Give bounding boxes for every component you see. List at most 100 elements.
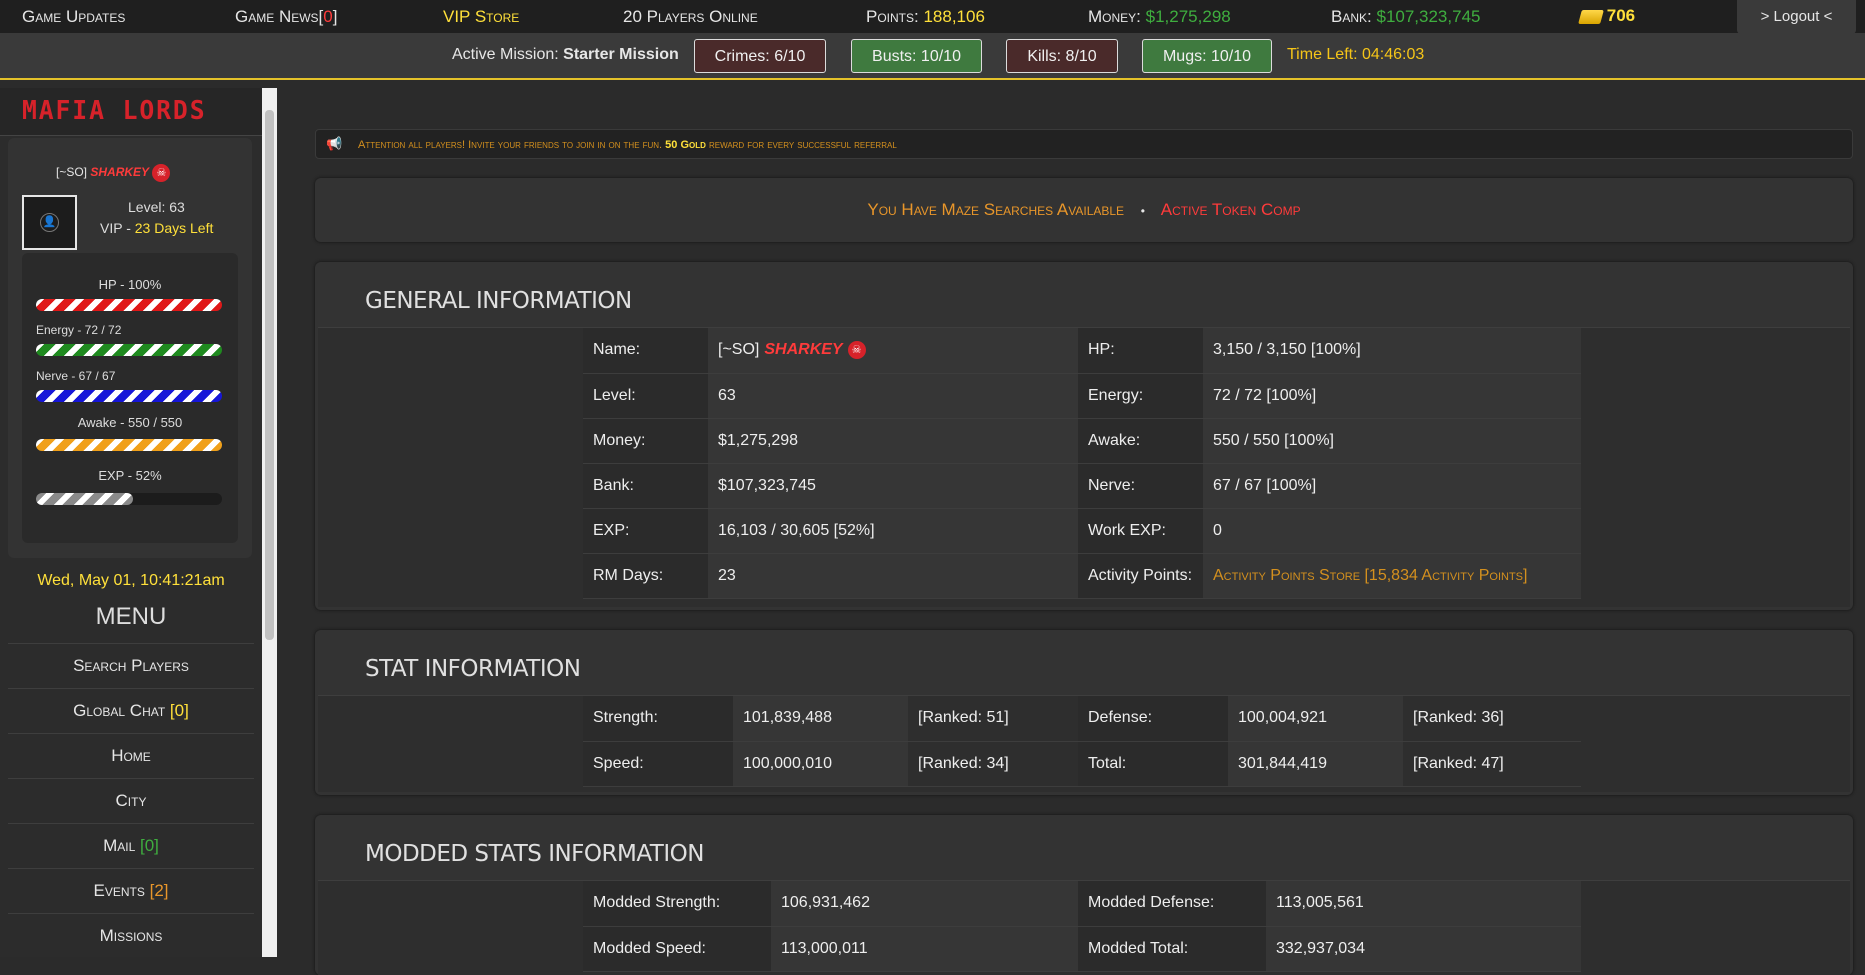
- menu-item-mail[interactable]: Mail [0]: [8, 823, 254, 868]
- avatar[interactable]: 👤: [22, 195, 77, 250]
- sidebar: MAFIA LORDS [~SO] SHARKEY ☠ 👤 Level: 63 …: [0, 88, 262, 957]
- vip-value: 23 Days Left: [134, 220, 214, 236]
- announcement-text: Attention all players! Invite your frien…: [358, 139, 897, 151]
- logo-area: MAFIA LORDS: [0, 88, 262, 136]
- logout-button[interactable]: > Logout <: [1737, 0, 1856, 34]
- table-row: Level: 63 Energy: 72 / 72 [100%]: [583, 373, 1581, 419]
- bank-value: $107,323,745: [1376, 7, 1481, 26]
- stat-information-title: STAT INFORMATION: [365, 656, 581, 682]
- menu-item-events[interactable]: Events [2]: [8, 868, 254, 913]
- announcement-text-before: Attention all players! Invite your frien…: [358, 139, 663, 151]
- skull-icon: ☠: [847, 341, 866, 360]
- announcement-text-after: reward for every successful referral: [708, 139, 897, 151]
- general-information-body: Name: [~SO] SHARKEY ☠ HP: 3,150 / 3,150 [100%…: [318, 327, 1850, 607]
- exp-bar-fill: [36, 493, 133, 505]
- general-key: HP:: [1078, 328, 1203, 374]
- megaphone-icon: 📢: [326, 136, 343, 151]
- bank-display[interactable]: Bank: $107,323,745: [1331, 7, 1480, 27]
- menu-item-missions[interactable]: Missions: [8, 913, 254, 958]
- general-key: Energy:: [1078, 373, 1203, 419]
- modded-key: Modded Defense:: [1078, 881, 1266, 927]
- skull-icon: ☠: [152, 164, 171, 182]
- mission-kills-box[interactable]: Kills: 8/10: [1006, 39, 1118, 73]
- general-key: Awake:: [1078, 418, 1203, 464]
- general-information-title: GENERAL INFORMATION: [365, 288, 632, 314]
- energy-bar[interactable]: [36, 344, 222, 356]
- general-value: 0: [1203, 508, 1581, 554]
- modded-value: 113,000,011: [771, 926, 1078, 972]
- active-mission[interactable]: Active Mission: Starter Mission: [452, 46, 679, 64]
- money-label: Money:: [1088, 7, 1141, 26]
- game-news-count: 0: [323, 7, 333, 26]
- general-value: 23: [708, 553, 1078, 599]
- hp-bar[interactable]: [36, 299, 222, 311]
- modded-key: Modded Speed:: [583, 926, 771, 972]
- menu-item-search-players[interactable]: Search Players: [8, 643, 254, 688]
- profile-vip: VIP - 23 Days Left: [100, 220, 213, 236]
- mail-label: Mail: [103, 836, 136, 855]
- table-row: Strength: 101,839,488 [Ranked: 51] Defense:…: [583, 696, 1581, 742]
- announcement-reward: 50 Gold: [665, 139, 706, 151]
- game-updates-link[interactable]: Game Updates: [22, 7, 125, 27]
- nerve-bar-label: Nerve - 67 / 67: [36, 369, 116, 383]
- players-online-link[interactable]: 20 Players Online: [623, 7, 758, 27]
- stat-value: 301,844,419: [1228, 741, 1403, 787]
- mission-mugs-box[interactable]: Mugs: 10/10: [1142, 39, 1272, 73]
- gold-bars-icon: [1578, 9, 1604, 24]
- awake-bar[interactable]: [36, 439, 222, 451]
- events-label: Events: [93, 881, 145, 900]
- general-key: Nerve:: [1078, 463, 1203, 509]
- stat-information-panel: STAT INFORMATION Strength: 101,839,488 [Ra…: [315, 630, 1853, 795]
- player-name-link[interactable]: SHARKEY: [764, 341, 842, 358]
- points-value: 188,106: [923, 7, 985, 26]
- menu-item-city[interactable]: City: [8, 778, 254, 823]
- table-row: Name: [~SO] SHARKEY ☠ HP: 3,150 / 3,150 [100%…: [583, 328, 1581, 374]
- sidebar-scrollbar-thumb[interactable]: [265, 110, 274, 640]
- mission-busts-box[interactable]: Busts: 10/10: [851, 39, 982, 73]
- vip-label: VIP -: [100, 220, 131, 236]
- profile-card: [~SO] SHARKEY ☠ 👤 Level: 63 VIP - 23 Day…: [8, 138, 252, 558]
- game-news-link[interactable]: Game News[0]: [235, 7, 338, 27]
- table-row: EXP: 16,103 / 30,605 [52%] Work EXP: 0: [583, 508, 1581, 554]
- gold-display[interactable]: 706: [1578, 6, 1635, 26]
- sidebar-scrollbar[interactable]: [262, 88, 277, 957]
- general-value: 72 / 72 [100%]: [1203, 373, 1581, 419]
- maze-searches-link[interactable]: You Have Maze Searches Available: [867, 200, 1124, 219]
- general-key: Level:: [583, 373, 708, 419]
- modded-value: 113,005,561: [1266, 881, 1581, 927]
- global-chat-label: Global Chat: [73, 701, 166, 720]
- menu-item-home[interactable]: Home: [8, 733, 254, 778]
- token-comp-link[interactable]: Active Token Comp: [1161, 200, 1301, 219]
- stat-rank: [Ranked: 34]: [908, 741, 1078, 787]
- stat-value: 101,839,488: [733, 696, 908, 742]
- modded-stats-table: Modded Strength: 106,931,462 Modded Defens…: [583, 881, 1581, 972]
- exp-bar-label: EXP - 52%: [98, 468, 162, 483]
- mission-crimes-box[interactable]: Crimes: 6/10: [694, 39, 826, 73]
- stat-bars: HP - 100% Energy - 72 / 72 Nerve - 67 / …: [22, 253, 238, 543]
- general-value: 63: [708, 373, 1078, 419]
- vip-store-link[interactable]: VIP Store: [443, 7, 519, 27]
- general-value: 550 / 550 [100%]: [1203, 418, 1581, 464]
- modded-key: Modded Strength:: [583, 881, 771, 927]
- logo[interactable]: MAFIA LORDS: [22, 96, 206, 126]
- profile-name[interactable]: [~SO] SHARKEY ☠: [56, 164, 171, 182]
- general-key: Name:: [583, 328, 708, 374]
- general-key: Bank:: [583, 463, 708, 509]
- awake-bar-label: Awake - 550 / 550: [77, 415, 183, 430]
- activity-points-store-link[interactable]: Activity Points Store [15,834 Activity P…: [1203, 553, 1581, 599]
- stat-information-body: Strength: 101,839,488 [Ranked: 51] Defense:…: [318, 695, 1850, 792]
- bank-label: Bank:: [1331, 7, 1372, 26]
- money-display: Money: $1,275,298: [1088, 7, 1231, 27]
- modded-key: Modded Total:: [1078, 926, 1266, 972]
- general-value: 3,150 / 3,150 [100%]: [1203, 328, 1581, 374]
- hp-bar-label: HP - 100%: [98, 277, 162, 292]
- game-news-close: ]: [332, 7, 338, 26]
- exp-bar[interactable]: [36, 493, 222, 505]
- menu-item-global-chat[interactable]: Global Chat [0]: [8, 688, 254, 733]
- mission-time-left: Time Left: 04:46:03: [1287, 46, 1425, 63]
- general-key: EXP:: [583, 508, 708, 554]
- nerve-bar[interactable]: [36, 390, 222, 402]
- menu-title: MENU: [95, 603, 167, 630]
- points-display[interactable]: Points: 188,106: [866, 7, 985, 27]
- referral-announcement: 📢 Attention all players! Invite your fri…: [315, 129, 1853, 159]
